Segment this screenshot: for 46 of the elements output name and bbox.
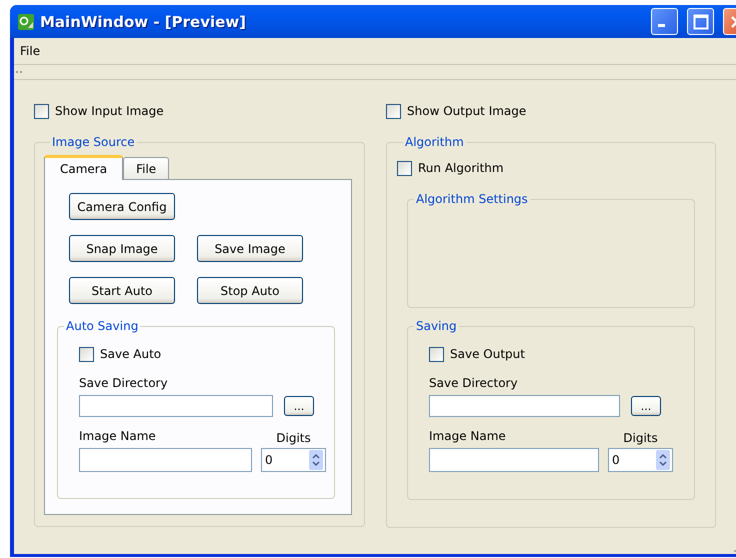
checkbox[interactable]	[429, 346, 444, 362]
minimize-button[interactable]	[651, 8, 678, 35]
menu-item[interactable]: File	[20, 42, 40, 60]
spin-box[interactable]: 0	[608, 448, 673, 472]
browse-button[interactable]: ...	[631, 396, 661, 416]
input-field[interactable]	[79, 395, 273, 417]
checkbox-label: Show Input Image	[55, 104, 164, 118]
input-field[interactable]	[79, 448, 252, 472]
checkbox-label: Save Output	[450, 347, 525, 361]
group-title: Saving	[415, 319, 458, 333]
maximize-button[interactable]	[687, 8, 714, 35]
field-label: Digits	[276, 431, 311, 445]
checkbox-label: Save Auto	[100, 347, 162, 361]
window-title: MainWindow - [Preview]	[40, 12, 248, 30]
field-label: Image Name	[429, 429, 506, 443]
input-field[interactable]	[429, 395, 620, 417]
tab[interactable]: File	[123, 157, 170, 179]
action-button[interactable]: Camera Config	[69, 193, 175, 220]
minimize-icon	[658, 24, 665, 27]
group-title: Algorithm Settings	[415, 192, 529, 206]
spin-arrows-icon[interactable]	[656, 450, 670, 470]
group-title: Image Source	[51, 135, 136, 149]
checkbox-label: Run Algorithm	[418, 161, 504, 175]
checkbox[interactable]	[386, 104, 401, 118]
maximize-icon	[692, 14, 708, 30]
field-label: Save Directory	[429, 376, 518, 390]
toolbar-handle-icon[interactable]	[16, 70, 22, 74]
checkbox[interactable]	[397, 160, 412, 176]
field-label: Save Directory	[79, 376, 168, 390]
checkbox[interactable]	[79, 346, 94, 362]
tab[interactable]: Camera	[44, 155, 124, 180]
browse-button[interactable]: ...	[284, 396, 314, 416]
spin-arrows-icon[interactable]	[309, 450, 323, 470]
input-field[interactable]	[429, 448, 599, 472]
group-title: Auto Saving	[65, 319, 140, 333]
field-label: Image Name	[79, 429, 156, 443]
action-button[interactable]: Stop Auto	[197, 277, 303, 304]
field-label: Digits	[623, 431, 658, 445]
app-icon	[18, 14, 34, 30]
group-title: Algorithm	[404, 135, 465, 149]
action-button[interactable]: Start Auto	[69, 277, 175, 304]
spin-box[interactable]: 0	[261, 448, 326, 472]
action-button[interactable]: Snap Image	[69, 235, 175, 262]
checkbox[interactable]	[34, 104, 49, 118]
action-button[interactable]: Save Image	[197, 235, 303, 262]
checkbox-label: Show Output Image	[407, 104, 526, 118]
